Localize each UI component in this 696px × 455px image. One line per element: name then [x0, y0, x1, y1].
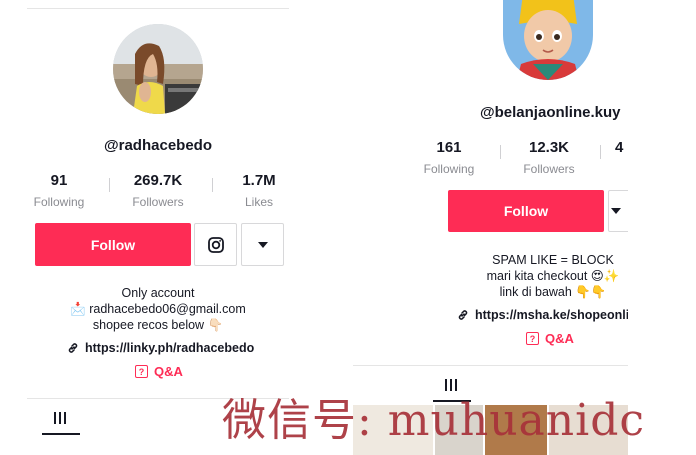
stat-likes-label: Likes [244, 195, 273, 209]
watermark-text: 微信号: muhuanidc [222, 395, 645, 446]
avatar-photo [503, 0, 593, 80]
stat-followers[interactable]: 269.7K Followers [125, 172, 191, 209]
avatar-photo [113, 24, 203, 114]
stat-followers-value: 12.3K [528, 139, 570, 156]
instagram-icon [207, 236, 224, 253]
stat-followers-value: 269.7K [133, 172, 183, 189]
bio-line: Only account [121, 286, 195, 300]
grid-icon [54, 412, 66, 424]
active-tab-indicator [42, 433, 80, 435]
bio-link[interactable]: https://msha.ke/shopeonlin [457, 308, 628, 322]
stat-following[interactable]: 91 Following [31, 172, 87, 209]
profile-username: @radhacebedo [104, 137, 212, 154]
more-options-button[interactable] [241, 223, 284, 266]
link-icon [457, 309, 469, 321]
link-icon [67, 342, 79, 354]
stat-likes-value: 1.7M [242, 172, 276, 189]
stat-following-value: 91 [50, 172, 68, 189]
bio-link-text: https://msha.ke/shopeonlin [475, 308, 628, 322]
follow-button[interactable]: Follow [35, 223, 191, 266]
caret-down-icon [610, 208, 621, 214]
follow-button[interactable]: Follow [448, 190, 604, 232]
instagram-button[interactable] [194, 223, 237, 266]
bio-line: mari kita checkout 😍✨ [486, 269, 620, 283]
videos-grid-tab[interactable] [53, 411, 67, 425]
stat-divider [212, 178, 213, 192]
stat-likes: 1.7M Likes [231, 172, 287, 209]
avatar[interactable] [113, 24, 203, 114]
stat-followers[interactable]: 12.3K Followers [516, 139, 582, 176]
bio-line: link di bawah 👇👇 [499, 285, 607, 299]
stat-following-label: Following [33, 195, 85, 209]
bio-link[interactable]: https://linky.ph/radhacebedo [67, 341, 254, 355]
profile-bio: SPAM LIKE = BLOCK mari kita checkout 😍✨ … [448, 252, 628, 300]
stat-following[interactable]: 161 Following [421, 139, 477, 176]
more-options-button[interactable] [608, 190, 628, 232]
qa-icon: ? [135, 365, 148, 378]
avatar[interactable] [503, 0, 593, 80]
qa-label: Q&A [545, 331, 574, 346]
qa-link[interactable]: ? Q&A [135, 364, 183, 379]
qa-label: Q&A [154, 364, 183, 379]
bio-link-text: https://linky.ph/radhacebedo [85, 341, 255, 355]
stat-divider [109, 178, 110, 192]
stat-likes-value: 4 [615, 139, 624, 156]
stat-following-value: 161 [436, 139, 462, 156]
bio-line: shopee recos below 👇🏻 [92, 318, 224, 332]
qa-link[interactable]: ? Q&A [526, 331, 574, 346]
stat-likes: 4 [615, 139, 628, 156]
stat-divider [600, 145, 601, 159]
bio-line: 📩 radhacebedo06@gmail.com [70, 302, 246, 316]
top-divider [27, 8, 289, 9]
stat-followers-label: Followers [523, 162, 575, 176]
stat-divider [500, 145, 501, 159]
profile-bio: Only account 📩 radhacebedo06@gmail.com s… [27, 285, 289, 333]
caret-down-icon [257, 241, 268, 248]
stat-following-label: Following [423, 162, 475, 176]
bio-line: SPAM LIKE = BLOCK [492, 253, 614, 267]
qa-icon: ? [526, 332, 539, 345]
stat-followers-label: Followers [132, 195, 184, 209]
profile-username: @belanjaonline.kuy [480, 104, 621, 121]
tab-divider [353, 365, 628, 366]
